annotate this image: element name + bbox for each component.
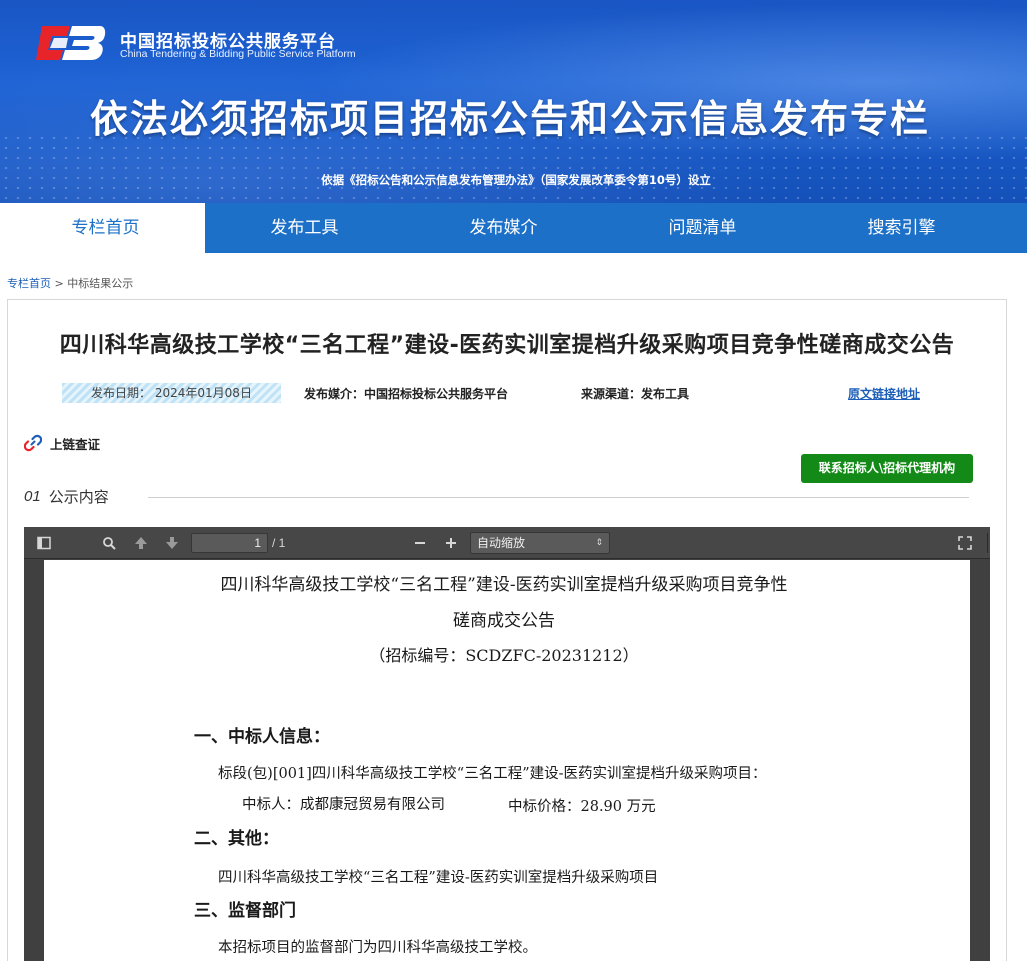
- nav-item-search-engine[interactable]: 搜索引擎: [802, 203, 1001, 253]
- banner-title: 依法必须招标项目招标公告和公示信息发布专栏: [89, 97, 930, 141]
- source-channel: 来源渠道：发布工具: [581, 387, 690, 401]
- banner-dot-pattern: [0, 133, 1027, 203]
- chain-link-icon: [24, 434, 42, 452]
- pdf-supervision-text: 本招标项目的监督部门为四川科华高级技工学校。: [218, 940, 537, 956]
- page-total: / 1: [272, 536, 286, 550]
- pdf-heading-other: 二、其他：: [194, 829, 279, 849]
- search-icon[interactable]: [100, 534, 118, 552]
- breadcrumb: 专栏首页 > 中标结果公示: [7, 275, 133, 291]
- breadcrumb-current: 中标结果公示: [67, 277, 134, 290]
- pdf-lot-line: 标段(包)[001]四川科华高级技工学校“三名工程”建设-医药实训室提档升级采购…: [218, 766, 767, 782]
- nav-item-issue-list[interactable]: 问题清单: [603, 203, 802, 253]
- section-divider: [148, 497, 969, 498]
- platform-logo-icon[interactable]: [34, 20, 106, 66]
- zoom-select-value: 自动缩放: [477, 536, 526, 550]
- pdf-price: 中标价格：28.90 万元: [508, 799, 656, 815]
- publish-media: 发布媒介：中国招标投标公共服务平台: [304, 387, 509, 401]
- original-link[interactable]: 原文链接地址: [848, 385, 920, 402]
- zoom-in-icon[interactable]: [442, 534, 460, 552]
- nav-item-publish-media[interactable]: 发布媒介: [404, 203, 603, 253]
- chain-check[interactable]: 上链查证: [24, 433, 100, 453]
- banner-subtitle: 依据《招标公告和公示信息发布管理办法》（国家发展改革委令第10号）设立: [321, 173, 711, 187]
- breadcrumb-separator: >: [51, 277, 68, 290]
- previous-page-icon[interactable]: [132, 534, 150, 552]
- nav-item-home[interactable]: 专栏首页: [6, 203, 205, 253]
- section-number: 01: [24, 488, 41, 505]
- pdf-title-line2: 磋商成交公告: [453, 611, 555, 631]
- sidebar-toggle-icon[interactable]: [35, 534, 53, 552]
- select-arrow-icon: ⇕: [595, 538, 603, 548]
- zoom-out-icon[interactable]: [411, 534, 429, 552]
- contact-tenderer-button[interactable]: 联系招标人\招标代理机构: [801, 454, 973, 483]
- platform-name-en: China Tendering & Bidding Public Service…: [120, 48, 356, 60]
- publish-date: 发布日期： 2024年01月08日: [62, 383, 281, 403]
- main-nav: 专栏首页 发布工具 发布媒介 问题清单 搜索引擎: [6, 203, 1027, 253]
- pdf-other-text: 四川科华高级技工学校“三名工程”建设-医药实训室提档升级采购项目: [218, 870, 659, 886]
- pdf-heading-supervision: 三、监督部门: [194, 901, 296, 921]
- pdf-winner: 中标人：成都康冠贸易有限公司: [242, 797, 445, 813]
- toolbar-separator: [987, 533, 988, 553]
- nav-item-publish-tool[interactable]: 发布工具: [205, 203, 404, 253]
- section-title: 公示内容: [48, 488, 109, 506]
- article-title: 四川科华高级技工学校“三名工程”建设-医药实训室提档升级采购项目竞争性磋商成交公…: [59, 333, 955, 358]
- pdf-viewer: 1 / 1 自动缩放 ⇕ 四川科华高级技工学校“三名工程”建设-医药实训室提档升…: [24, 527, 990, 961]
- chain-check-label: 上链查证: [50, 436, 101, 452]
- pdf-page: 四川科华高级技工学校“三名工程”建设-医药实训室提档升级采购项目竞争性 磋商成交…: [44, 560, 970, 961]
- header-banner: 中国招标投标公共服务平台 China Tendering & Bidding P…: [0, 0, 1027, 203]
- fullscreen-icon[interactable]: [956, 534, 974, 552]
- pdf-heading-winner-info: 一、中标人信息：: [194, 727, 330, 747]
- section-header: 01 公示内容: [24, 486, 109, 507]
- page-number-input[interactable]: 1: [191, 533, 268, 553]
- pdf-title-line1: 四川科华高级技工学校“三名工程”建设-医药实训室提档升级采购项目竞争性: [220, 575, 788, 595]
- breadcrumb-home-link[interactable]: 专栏首页: [7, 277, 51, 290]
- next-page-icon[interactable]: [163, 534, 181, 552]
- pdf-bid-number: （招标编号：SCDZFC-20231212）: [369, 646, 639, 665]
- zoom-select[interactable]: 自动缩放 ⇕: [470, 532, 610, 554]
- pdf-toolbar: 1 / 1 自动缩放 ⇕: [24, 527, 990, 559]
